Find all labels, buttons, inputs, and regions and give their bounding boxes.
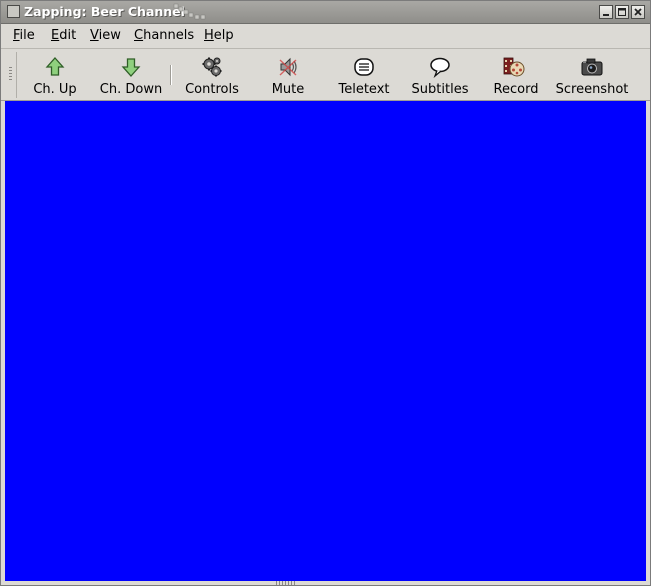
menu-file[interactable]: File (13, 28, 35, 43)
close-button[interactable] (631, 5, 645, 19)
record-label: Record (493, 82, 539, 97)
gears-icon (202, 57, 222, 77)
maximize-icon (618, 8, 626, 16)
arrow-down-icon (121, 58, 141, 77)
toolbar-grip[interactable] (9, 67, 12, 81)
resize-grip[interactable] (276, 581, 296, 585)
video-display[interactable] (5, 101, 646, 581)
toolbar-separator (170, 65, 172, 85)
window-menu-icon[interactable] (7, 5, 20, 18)
subtitles-label: Subtitles (411, 82, 469, 97)
teletext-label: Teletext (338, 82, 390, 97)
channel-up-button[interactable]: Ch. Up (23, 51, 87, 99)
camera-icon (581, 58, 603, 76)
controls-label: Controls (185, 82, 239, 97)
menu-help[interactable]: Help (204, 28, 234, 43)
arrow-up-icon (45, 57, 65, 76)
maximize-button[interactable] (615, 5, 629, 19)
screenshot-button[interactable]: Screenshot (554, 51, 630, 99)
minimize-button[interactable] (599, 5, 613, 19)
record-button[interactable]: Record (485, 51, 547, 99)
speaker-muted-icon (279, 57, 297, 77)
toolbar-edge (16, 52, 17, 98)
mute-button[interactable]: Mute (257, 51, 319, 99)
menu-bar: File Edit View Channels Help (1, 24, 650, 49)
film-reel-icon (503, 57, 525, 77)
window-title: Zapping: Beer Channel (24, 4, 185, 19)
toolbar: Ch. Up Ch. Down Controls Mute Teletext S… (1, 49, 650, 101)
subtitles-button[interactable]: Subtitles (406, 51, 474, 99)
menu-edit[interactable]: Edit (51, 28, 76, 43)
teletext-icon (354, 58, 374, 76)
menu-channels[interactable]: Channels (134, 28, 194, 43)
close-icon (634, 8, 642, 16)
titlebar-pattern-icon (173, 3, 206, 20)
mute-label: Mute (271, 82, 305, 97)
app-window: Zapping: Beer Channel File Edit View Cha… (0, 0, 651, 586)
screenshot-label: Screenshot (555, 82, 629, 97)
speech-bubble-icon (430, 57, 450, 78)
channel-down-label: Ch. Down (99, 82, 163, 97)
channel-up-label: Ch. Up (33, 82, 77, 97)
channel-down-button[interactable]: Ch. Down (95, 51, 167, 99)
controls-button[interactable]: Controls (179, 51, 245, 99)
minimize-icon (603, 14, 609, 16)
menu-view[interactable]: View (90, 28, 121, 43)
teletext-button[interactable]: Teletext (331, 51, 397, 99)
title-bar[interactable]: Zapping: Beer Channel (1, 1, 650, 24)
